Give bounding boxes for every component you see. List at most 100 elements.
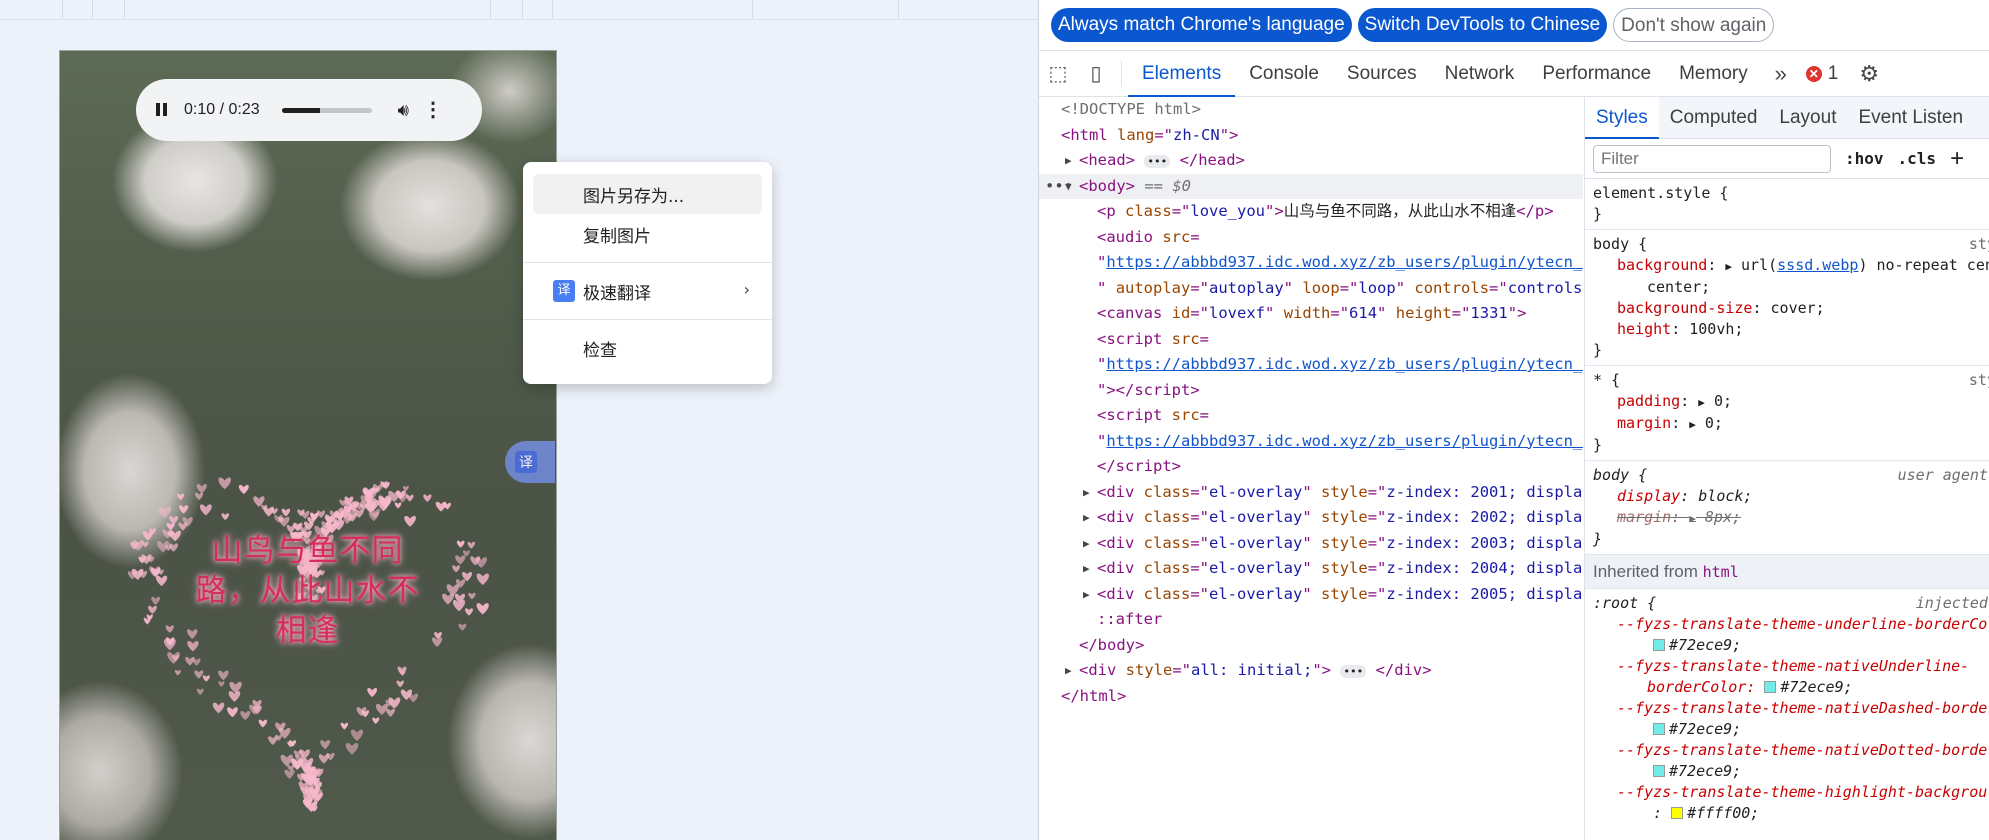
dom-body[interactable]: ••• ▼ <body> == $0: [1039, 173, 1583, 199]
device-toolbar-icon[interactable]: ▯: [1077, 51, 1115, 97]
pause-icon[interactable]: [154, 102, 170, 118]
error-count: 1: [1827, 62, 1839, 84]
tab-performance[interactable]: Performance: [1528, 51, 1665, 97]
audio-progress-slider[interactable]: [281, 107, 372, 113]
dom-after[interactable]: ::after: [1039, 607, 1583, 633]
small-heart: [476, 573, 489, 586]
small-heart: [467, 541, 476, 549]
page-viewport: 山鸟与鱼不同路，从此山水不相逢 0:10 / 0:23 🔊︎ ⋮ 译 图片另存为…: [0, 0, 1038, 840]
dom-overlay-4[interactable]: ▶ <div class="el-overlay" style="z-index:…: [1039, 556, 1583, 582]
small-heart: [442, 593, 454, 605]
tab-styles[interactable]: Styles: [1585, 97, 1659, 139]
dom-script-2[interactable]: <script src=: [1039, 403, 1583, 429]
styles-filter-row: :hov .cls +: [1585, 139, 1989, 179]
dom-div-initial[interactable]: ▶ <div style="all: initial;"> ••• </div>: [1039, 658, 1583, 684]
small-heart: [196, 484, 207, 494]
dont-show-again-button[interactable]: Don't show again: [1613, 8, 1775, 42]
expand-triangle-icon: ▶: [1083, 587, 1090, 601]
dom-p[interactable]: <p class="love_you">山鸟与鱼不同路，从此山水不相逢</p>: [1039, 199, 1583, 225]
dom-overlay-2[interactable]: ▶ <div class="el-overlay" style="z-index:…: [1039, 505, 1583, 531]
small-heart: [240, 711, 251, 721]
devtools-tabbar: ⬚ ▯ Elements Console Sources Network Per…: [1039, 50, 1989, 97]
dom-audio-src[interactable]: "https://abbbd937.idc.wod.xyz/zb_users/p…: [1039, 250, 1583, 276]
tab-console[interactable]: Console: [1235, 51, 1333, 97]
dom-html[interactable]: <html lang="zh-CN">: [1039, 123, 1583, 149]
settings-gear-icon[interactable]: ⚙: [1850, 51, 1888, 97]
menu-save-image[interactable]: 图片另存为...: [533, 174, 762, 214]
tab-computed[interactable]: Computed: [1659, 97, 1769, 139]
dom-script-1-close[interactable]: "></script>: [1039, 378, 1583, 404]
styles-filter-input[interactable]: [1593, 144, 1831, 173]
small-heart: [367, 687, 378, 698]
small-heart: [394, 502, 402, 509]
body-style-rule[interactable]: body {sty background: ▶ url(sssd.webp) n…: [1585, 230, 1989, 366]
small-heart: [162, 529, 173, 539]
dom-script-2-close[interactable]: </script>: [1039, 454, 1583, 480]
cls-toggle[interactable]: .cls: [1898, 149, 1937, 168]
user-agent-rule[interactable]: body {user agent s display: block; margi…: [1585, 461, 1989, 555]
expand-triangle-icon: ▶: [1083, 511, 1090, 524]
tab-sources[interactable]: Sources: [1333, 51, 1431, 97]
menu-translate[interactable]: 译 极速翻译 ›: [533, 271, 762, 311]
audio-player[interactable]: 0:10 / 0:23 🔊︎ ⋮: [136, 79, 482, 141]
universal-rule[interactable]: * {sty padding: ▶ 0; margin: ▶ 0; }: [1585, 366, 1989, 461]
small-heart: [218, 477, 232, 490]
inspect-element-icon[interactable]: ⬚: [1039, 51, 1077, 97]
small-heart: [281, 508, 291, 517]
dom-doctype[interactable]: <!DOCTYPE html>: [1039, 97, 1583, 123]
dom-body-close[interactable]: </body>: [1039, 633, 1583, 659]
small-heart: [177, 493, 185, 501]
dom-head[interactable]: ▶ <head> ••• </head>: [1039, 148, 1583, 174]
dom-audio[interactable]: <audio src=: [1039, 225, 1583, 251]
dom-script-1-src[interactable]: "https://abbbd937.idc.wod.xyz/zb_users/p…: [1039, 352, 1583, 378]
context-menu: 图片另存为... 复制图片 译 极速翻译 › 检查: [523, 162, 772, 384]
color-swatch: [1764, 681, 1777, 693]
dom-canvas[interactable]: <canvas id="lovexf" width="614" height="…: [1039, 301, 1583, 327]
dom-script-2-src[interactable]: "https://abbbd937.idc.wod.xyz/zb_users/p…: [1039, 429, 1583, 455]
more-tabs-icon[interactable]: »: [1762, 51, 1800, 97]
small-heart: [167, 652, 180, 664]
switch-chinese-button[interactable]: Switch DevTools to Chinese: [1357, 8, 1608, 42]
dom-overlay-5[interactable]: ▶ <div class="el-overlay" style="z-index:…: [1039, 582, 1583, 608]
tab-event-listeners[interactable]: Event Listen: [1847, 97, 1974, 139]
dom-overlay-3[interactable]: ▶ <div class="el-overlay" style="z-index:…: [1039, 531, 1583, 557]
menu-copy-image[interactable]: 复制图片: [533, 214, 762, 254]
match-language-button[interactable]: Always match Chrome's language: [1051, 8, 1352, 42]
small-heart: [195, 492, 204, 501]
hov-toggle[interactable]: :hov: [1845, 149, 1884, 168]
styles-pane: Styles Computed Layout Event Listen :hov…: [1584, 97, 1989, 840]
small-heart: [221, 513, 230, 521]
more-options-icon[interactable]: ⋮: [423, 100, 443, 120]
new-rule-plus-icon[interactable]: +: [1950, 145, 1964, 173]
menu-inspect[interactable]: 检查: [533, 328, 762, 368]
small-heart: [212, 702, 225, 714]
color-swatch: [1671, 807, 1684, 819]
dom-tree[interactable]: <!DOCTYPE html> <html lang="zh-CN"> ▶ <he…: [1039, 97, 1583, 840]
color-swatch: [1653, 723, 1665, 735]
small-heart: [157, 541, 170, 553]
root-rule[interactable]: :root {injected s --fyzs-translate-theme…: [1585, 589, 1989, 828]
error-badge[interactable]: ✕ 1: [1805, 62, 1839, 85]
dom-html-close[interactable]: </html>: [1039, 684, 1583, 710]
small-heart: [340, 722, 349, 730]
tab-network[interactable]: Network: [1431, 51, 1529, 97]
dom-audio-attrs[interactable]: " autoplay="autoplay" loop="loop" contro…: [1039, 276, 1583, 302]
small-heart: [149, 566, 161, 577]
volume-icon[interactable]: 🔊︎: [398, 100, 409, 121]
small-heart: [179, 505, 189, 514]
tab-elements[interactable]: Elements: [1128, 51, 1236, 97]
menu-inspect-label: 检查: [583, 340, 617, 361]
dom-overlay-1[interactable]: ▶ <div class="el-overlay" style="z-index:…: [1039, 480, 1583, 506]
dom-script-1[interactable]: <script src=: [1039, 327, 1583, 353]
tab-memory[interactable]: Memory: [1665, 51, 1762, 97]
top-ruler: [0, 0, 1038, 20]
menu-separator: [523, 262, 772, 263]
tab-layout[interactable]: Layout: [1768, 97, 1847, 139]
small-heart: [178, 522, 188, 531]
small-heart: [345, 742, 359, 755]
element-style-rule[interactable]: element.style { }: [1585, 179, 1989, 230]
translate-float-button[interactable]: 译: [505, 441, 555, 483]
expand-triangle-icon: ▶: [1083, 485, 1090, 499]
tab-divider: [1121, 60, 1122, 87]
small-heart: [148, 605, 157, 614]
